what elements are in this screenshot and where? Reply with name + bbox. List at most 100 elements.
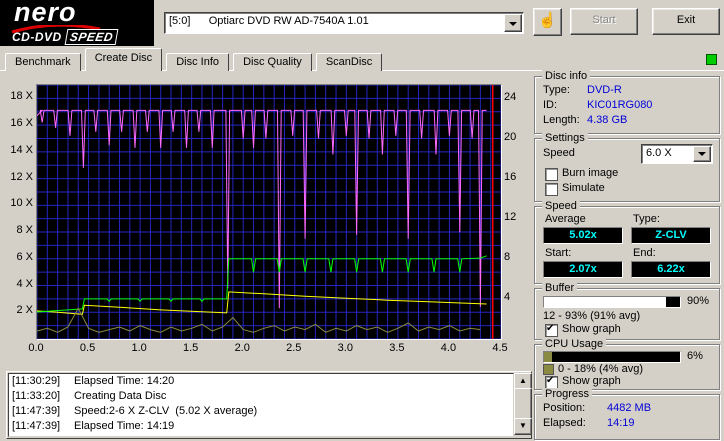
simulate-checkbox[interactable] <box>545 183 558 196</box>
settings-panel: Settings Speed 6.0 X Burn image Simulate <box>534 132 720 202</box>
buffer-range: 12 - 93% (91% avg) <box>543 310 641 322</box>
select-drive-button[interactable]: ☝ <box>533 8 562 36</box>
log-line[interactable]: [11:30:29] Elapsed Time: 14:20 <box>9 374 513 389</box>
speed-select-dropdown-button[interactable] <box>693 146 711 162</box>
progress-title: Progress <box>542 388 593 400</box>
chevron-down-icon <box>698 152 706 160</box>
cpu-graph-color-chip <box>543 364 554 375</box>
tab-create-disc[interactable]: Create Disc <box>84 48 163 71</box>
buffer-panel: Buffer 90% 12 - 93% (91% avg) Show graph <box>534 282 720 340</box>
cd-dvd-text: CD-DVD <box>12 30 62 44</box>
app-window: nero CD-DVD SPEED [5:0] Optiarc DVD RW AD… <box>0 0 724 441</box>
speed-text: SPEED <box>64 29 119 45</box>
buffer-title: Buffer <box>542 282 578 294</box>
speed-setting-label: Speed <box>543 147 575 159</box>
scroll-down-button[interactable]: ▼ <box>514 418 532 435</box>
log-time: [11:47:39] <box>12 420 61 432</box>
start-button[interactable]: Start <box>570 8 638 35</box>
disc-length-value: 4.38 GB <box>587 114 628 126</box>
x-axis-label: 1.0 <box>131 342 147 354</box>
status-led-icon <box>706 54 717 65</box>
settings-title: Settings <box>542 132 588 144</box>
scrollbar-thumb[interactable] <box>514 388 532 422</box>
drive-select-dropdown-button[interactable] <box>504 14 522 32</box>
log-line[interactable]: [11:47:39] Speed:2-6 X Z-CLV (5.02 X aver… <box>9 404 513 419</box>
x-axis-label: 2.5 <box>286 342 302 354</box>
header-bar: nero CD-DVD SPEED [5:0] Optiarc DVD RW AD… <box>0 0 724 46</box>
chart-canvas <box>37 85 501 339</box>
burn-image-checkbox[interactable] <box>545 168 558 181</box>
y-axis-right-label: 20 <box>504 131 517 143</box>
elapsed-label: Elapsed: <box>543 417 586 429</box>
speed-select-value: 6.0 X <box>646 147 672 159</box>
y-axis-left-label: 2 X <box>16 304 33 317</box>
x-axis-label: 3.0 <box>337 342 353 354</box>
drive-select-value: [5:0] Optiarc DVD RW AD-7540A 1.01 <box>169 15 369 27</box>
x-axis-label: 4.5 <box>492 342 508 354</box>
disc-type-value: DVD-R <box>587 84 622 96</box>
start-speed-value: 2.07x <box>543 261 623 278</box>
cpu-title: CPU Usage <box>542 338 607 350</box>
speed-select[interactable]: 6.0 X <box>641 144 713 164</box>
log-text: Elapsed Time: 14:20 <box>74 375 175 387</box>
y-axis-right-label: 24 <box>504 91 517 103</box>
y-axis-left-label: 8 X <box>16 224 33 237</box>
x-axis-label: 2.0 <box>234 342 250 354</box>
speed-panel-title: Speed <box>542 200 580 212</box>
log-list[interactable]: [11:30:29] Elapsed Time: 14:20 [11:33:20]… <box>8 373 514 437</box>
chevron-down-icon <box>509 22 517 30</box>
speed-type-value: Z-CLV <box>631 227 711 244</box>
tab-scandisc[interactable]: ScanDisc <box>315 53 383 71</box>
tab-benchmark[interactable]: Benchmark <box>5 53 81 71</box>
buffer-bar <box>543 296 681 308</box>
disc-id-label: ID: <box>543 99 558 111</box>
exit-button[interactable]: Exit <box>652 8 720 35</box>
tab-bar: Benchmark Create Disc Disc Info Disc Qua… <box>0 46 724 71</box>
cpu-range: 0 - 18% (4% avg) <box>558 363 643 375</box>
average-speed-value: 5.02x <box>543 227 623 244</box>
cpu-show-graph-label: Show graph <box>562 375 621 387</box>
disc-length-label: Length: <box>543 114 580 126</box>
y-axis-right-label: 16 <box>504 171 517 183</box>
log-text: Creating Data Disc <box>74 390 167 402</box>
log-time: [11:47:39] <box>12 405 61 417</box>
log-time: [11:33:20] <box>12 390 61 402</box>
end-speed-value: 6.22x <box>631 261 711 278</box>
y-axis-left-label: 14 X <box>10 143 33 156</box>
disc-type-label: Type: <box>543 84 570 96</box>
buffer-bar-fill <box>544 297 667 307</box>
log-line[interactable]: [11:33:20] Creating Data Disc <box>9 389 513 404</box>
drive-select[interactable]: [5:0] Optiarc DVD RW AD-7540A 1.01 <box>164 12 524 34</box>
buffer-show-graph-label: Show graph <box>562 323 621 335</box>
average-label: Average <box>545 213 586 225</box>
nero-product-text: CD-DVD SPEED <box>12 29 119 45</box>
elapsed-value: 14:19 <box>607 417 635 429</box>
tab-disc-info[interactable]: Disc Info <box>166 53 230 71</box>
y-axis-right-label: 12 <box>504 211 517 223</box>
burn-image-label: Burn image <box>562 167 619 179</box>
y-axis-left-label: 6 X <box>16 250 33 263</box>
y-axis-left-label: 10 X <box>10 197 33 210</box>
log-line[interactable]: [11:47:39] Elapsed Time: 14:19 <box>9 419 513 434</box>
x-axis-label: 4.0 <box>440 342 457 354</box>
nero-logo: nero CD-DVD SPEED <box>0 0 154 46</box>
disc-id-value: KIC01RG080 <box>587 99 653 111</box>
nero-brand-text: nero <box>14 0 77 27</box>
tab-disc-quality[interactable]: Disc Quality <box>233 53 312 71</box>
y-axis-left-label: 16 X <box>10 117 33 130</box>
chart-plot-area <box>36 84 502 340</box>
position-label: Position: <box>543 402 586 414</box>
y-axis-left-label: 12 X <box>10 170 33 183</box>
log-frame: [11:30:29] Elapsed Time: 14:20 [11:33:20]… <box>6 371 532 439</box>
start-label: Start: <box>545 247 572 259</box>
log-scrollbar[interactable]: ▲ ▼ <box>514 373 532 435</box>
cpu-bar <box>543 351 681 363</box>
log-time: [11:30:29] <box>12 375 61 387</box>
buffer-percent: 90% <box>687 295 710 307</box>
y-axis-right-label: 8 <box>504 251 511 263</box>
type-label: Type: <box>633 213 660 225</box>
x-axis-label: 0.0 <box>28 342 44 354</box>
y-axis-left-label: 18 X <box>10 90 33 103</box>
log-text: Elapsed Time: 14:19 <box>74 420 175 432</box>
buffer-show-graph-checkbox[interactable] <box>545 323 558 337</box>
